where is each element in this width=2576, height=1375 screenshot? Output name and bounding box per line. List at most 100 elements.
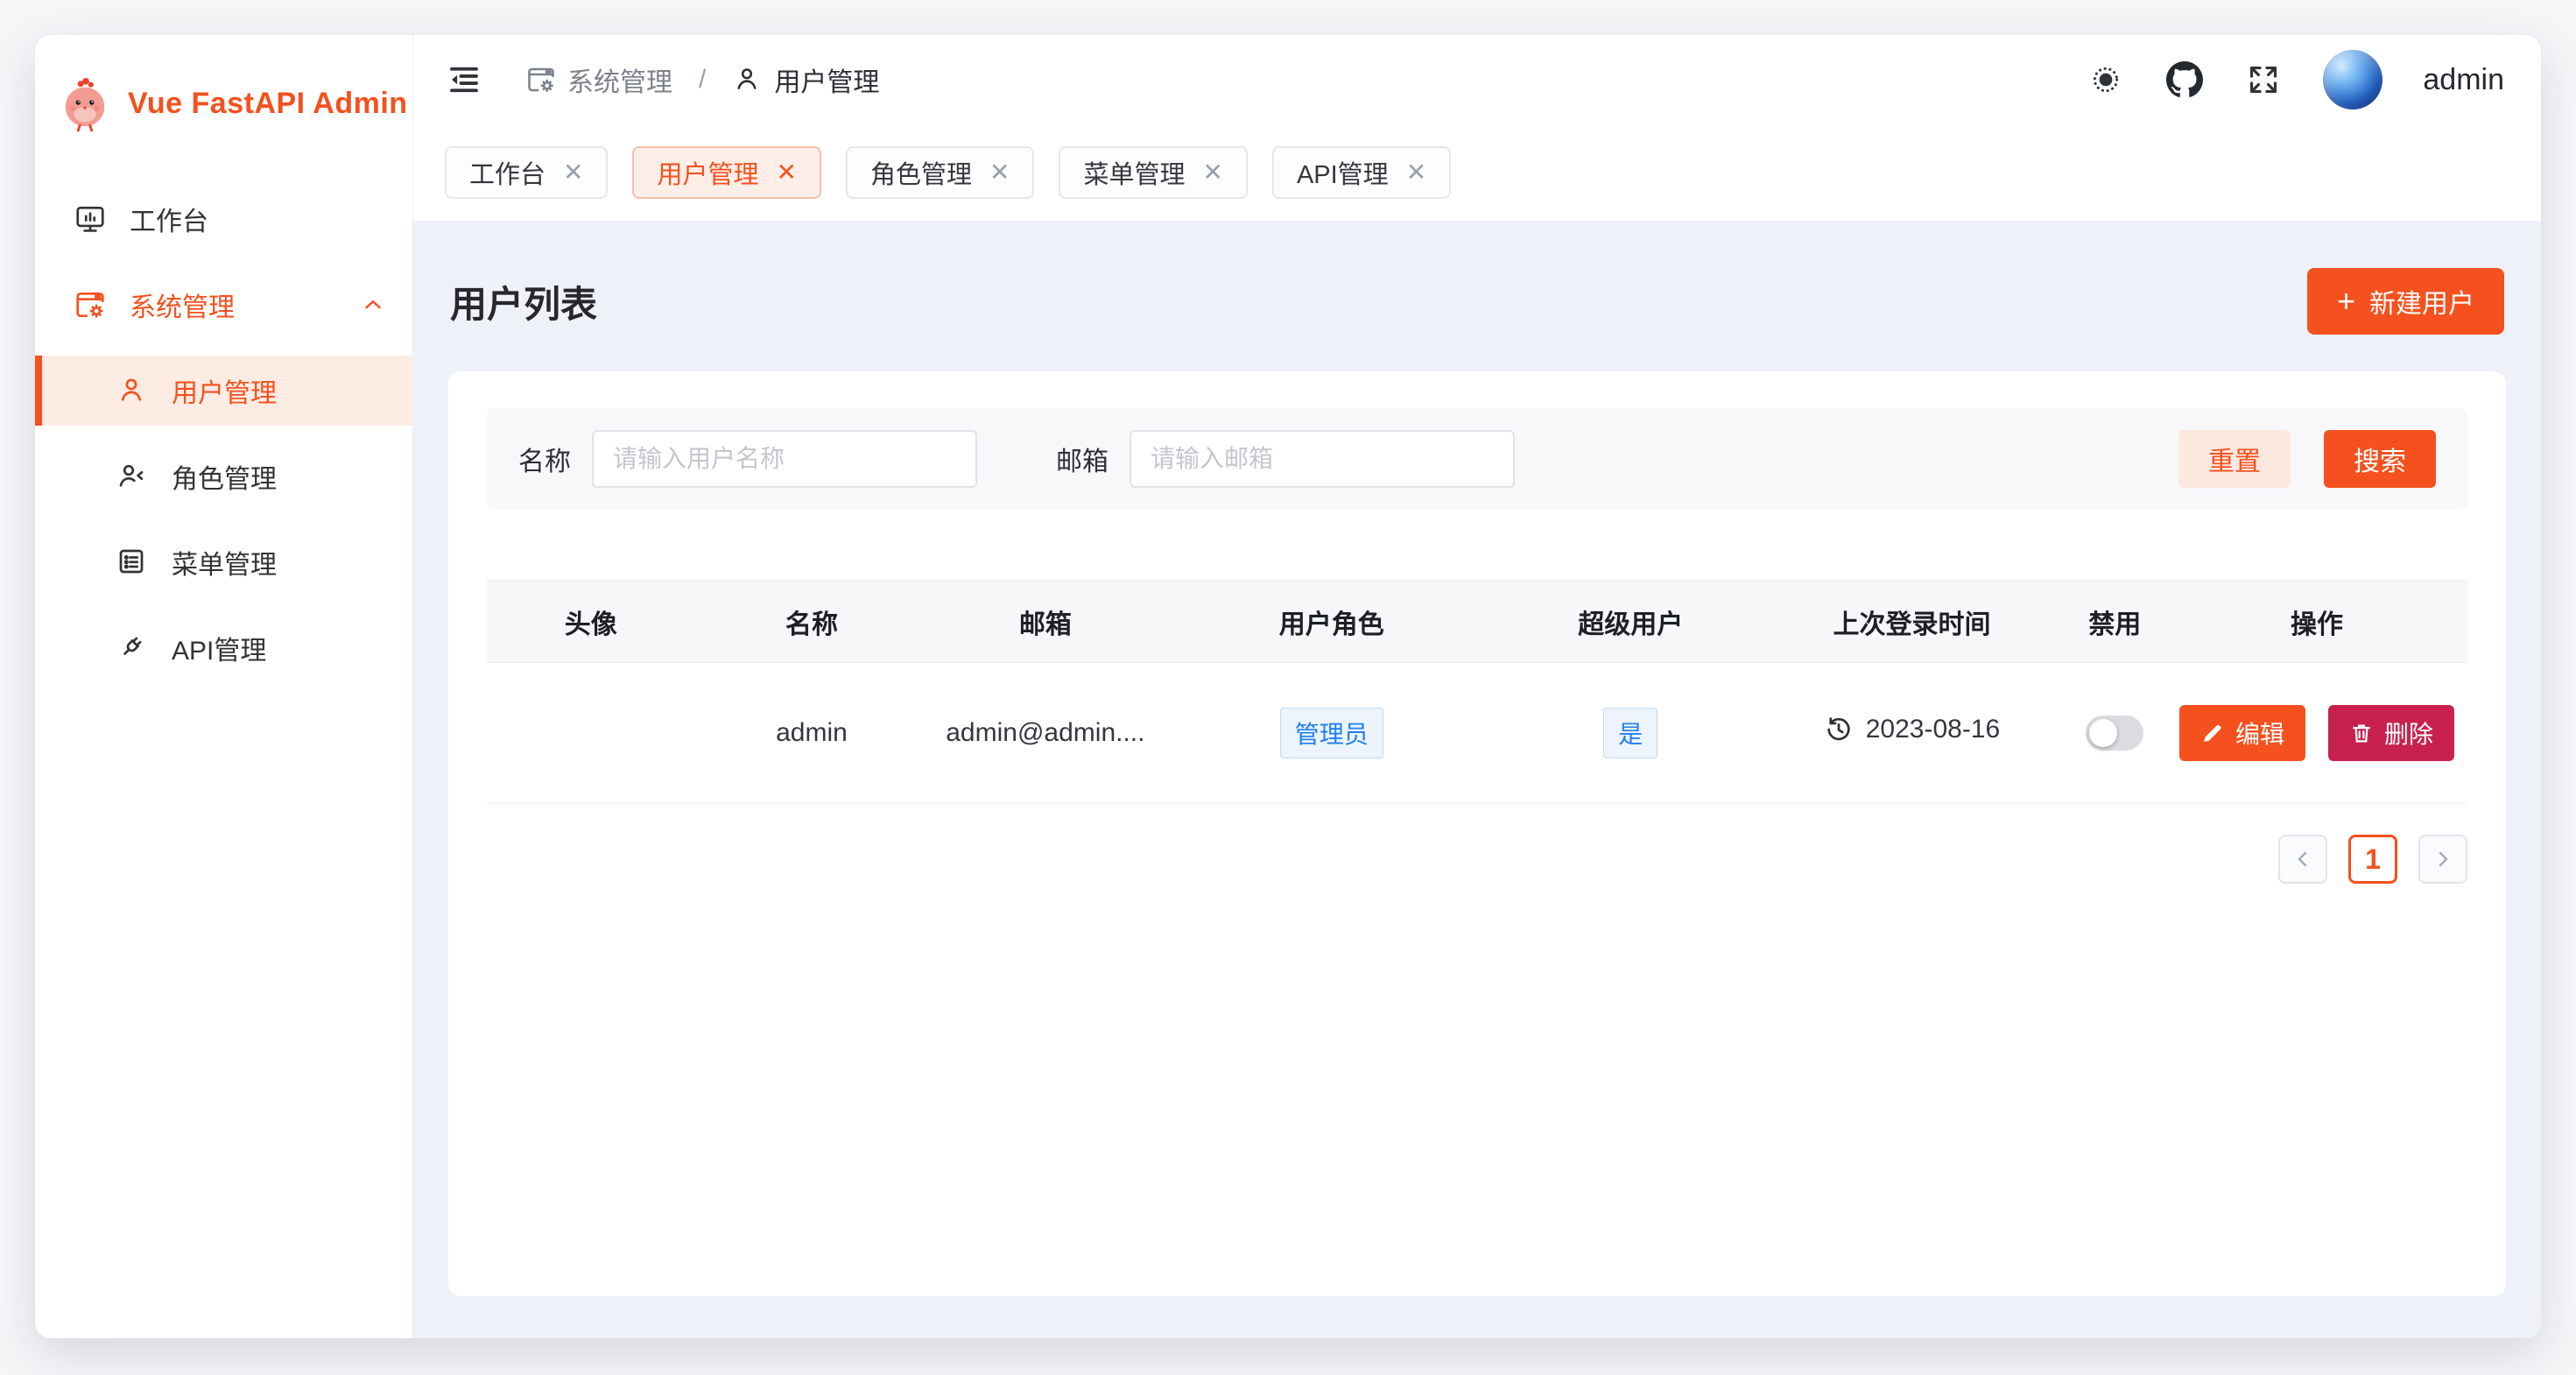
user-avatar[interactable] [2323,50,2382,109]
page-title: 用户列表 [450,275,597,328]
last-login-value: 2023-08-16 [1866,715,2000,744]
menu-list-icon [116,546,149,579]
tab-api[interactable]: API管理 ✕ [1272,146,1451,199]
delete-label: 删除 [2384,716,2433,751]
tab-bar: 工作台 ✕ 用户管理 ✕ 角色管理 ✕ 菜单管理 ✕ API管理 ✕ [413,124,2541,221]
tab-label: 菜单管理 [1083,154,1185,191]
sidebar-item-system[interactable]: 系统管理 [35,270,412,340]
api-plug-icon [116,631,149,665]
main-area: 系统管理 / 用户管理 [413,35,2541,1338]
top-bar: 系统管理 / 用户管理 [413,35,2541,124]
breadcrumb-separator: / [699,65,706,95]
desktop-background: Vue FastAPI Admin 工作台 [0,0,2576,1375]
pagination-next-button[interactable] [2418,835,2467,884]
theme-sun-icon[interactable] [2087,60,2125,99]
sidebar-item-label: 系统管理 [130,286,235,324]
history-clock-icon [1824,715,1854,744]
superuser-cell: 是 [1501,663,1760,803]
pagination: 1 [487,835,2467,884]
tab-close-icon[interactable]: ✕ [989,160,1010,185]
tab-label: API管理 [1297,154,1389,191]
chevron-right-icon [2431,847,2455,871]
create-user-button[interactable]: + 新建用户 [2307,268,2504,335]
sidebar-item-api[interactable]: API管理 [35,613,412,683]
system-settings-icon [74,288,107,321]
app-logo[interactable]: Vue FastAPI Admin [35,35,412,142]
column-email: 邮箱 [928,581,1162,663]
table-row: admin admin@admin.... 管理员 是 [487,663,2467,803]
role-user-icon [116,460,149,493]
top-bar-actions: admin [2087,50,2504,109]
search-bar: 名称 邮箱 重置 搜索 [487,408,2467,510]
email-input[interactable] [1130,430,1515,488]
sidebar-item-label: 工作台 [130,200,208,238]
pagination-prev-button[interactable] [2278,835,2327,884]
column-disabled: 禁用 [2064,581,2167,663]
sidebar-item-menus[interactable]: 菜单管理 [35,527,412,597]
user-icon [116,374,149,407]
role-cell: 管理员 [1162,663,1501,803]
chevron-left-icon [2291,847,2315,871]
email-field-label: 邮箱 [1056,440,1109,478]
search-button[interactable]: 搜索 [2324,430,2436,488]
sidebar-item-workbench[interactable]: 工作台 [35,184,412,254]
tab-workbench[interactable]: 工作台 ✕ [445,146,608,199]
system-settings-icon [525,64,557,95]
tab-close-icon[interactable]: ✕ [563,160,583,185]
app-window: Vue FastAPI Admin 工作台 [35,35,2541,1338]
pencil-icon [2200,721,2225,745]
sidebar-item-label: 菜单管理 [172,543,277,582]
sidebar: Vue FastAPI Admin 工作台 [35,35,413,1338]
tab-label: 用户管理 [657,154,758,191]
page-header: 用户列表 + 新建用户 [450,268,2504,335]
breadcrumb-current-label: 用户管理 [774,60,879,99]
tab-label: 工作台 [469,154,545,191]
avatar-cell [487,663,695,803]
sidebar-item-roles[interactable]: 角色管理 [35,441,412,511]
column-name: 名称 [695,581,929,663]
role-badge: 管理员 [1280,708,1383,758]
column-role: 用户角色 [1162,581,1501,663]
users-card: 名称 邮箱 重置 搜索 [448,371,2506,1296]
breadcrumb-parent[interactable]: 系统管理 [525,60,672,99]
sidebar-item-label: 角色管理 [172,457,277,496]
pagination-page-1[interactable]: 1 [2348,835,2397,884]
tab-close-icon[interactable]: ✕ [1406,160,1426,185]
monitor-icon [74,202,107,236]
chevron-up-icon [360,292,386,318]
breadcrumb-current[interactable]: 用户管理 [732,60,879,99]
name-input[interactable] [592,430,977,488]
users-table: 头像 名称 邮箱 用户角色 超级用户 上次登录时间 禁用 操作 [487,580,2467,803]
delete-button[interactable]: 删除 [2328,705,2454,761]
column-superuser: 超级用户 [1501,581,1760,663]
breadcrumb: 系统管理 / 用户管理 [525,60,879,99]
tab-menus[interactable]: 菜单管理 ✕ [1059,146,1247,199]
tab-roles[interactable]: 角色管理 ✕ [846,146,1034,199]
edit-label: 编辑 [2235,716,2284,751]
github-icon[interactable] [2165,60,2204,99]
disabled-toggle[interactable] [2086,716,2143,751]
column-actions: 操作 [2166,581,2467,663]
tab-close-icon[interactable]: ✕ [1202,160,1222,185]
page-content: 用户列表 + 新建用户 名称 邮箱 重置 [413,221,2541,1338]
table-header-row: 头像 名称 邮箱 用户角色 超级用户 上次登录时间 禁用 操作 [487,581,2467,663]
disabled-cell [2064,663,2167,803]
actions-cell: 编辑 [2166,663,2467,803]
last-login-cell: 2023-08-16 [1760,663,2063,803]
sidebar-item-users[interactable]: 用户管理 [35,356,412,426]
sidebar-item-label: API管理 [172,629,266,667]
edit-button[interactable]: 编辑 [2179,705,2305,761]
tab-close-icon[interactable]: ✕ [777,160,797,185]
name-cell: admin [695,663,929,803]
column-last-login: 上次登录时间 [1760,581,2063,663]
user-icon [732,64,764,95]
superuser-badge: 是 [1603,708,1658,758]
create-user-label: 新建用户 [2369,282,2474,321]
tab-users[interactable]: 用户管理 ✕ [632,146,820,199]
reset-button[interactable]: 重置 [2178,430,2291,488]
fullscreen-icon[interactable] [2244,60,2283,99]
username-label[interactable]: admin [2423,63,2504,97]
sidebar-collapse-icon[interactable] [445,60,483,99]
sidebar-item-label: 用户管理 [172,371,277,410]
breadcrumb-parent-label: 系统管理 [567,60,672,99]
